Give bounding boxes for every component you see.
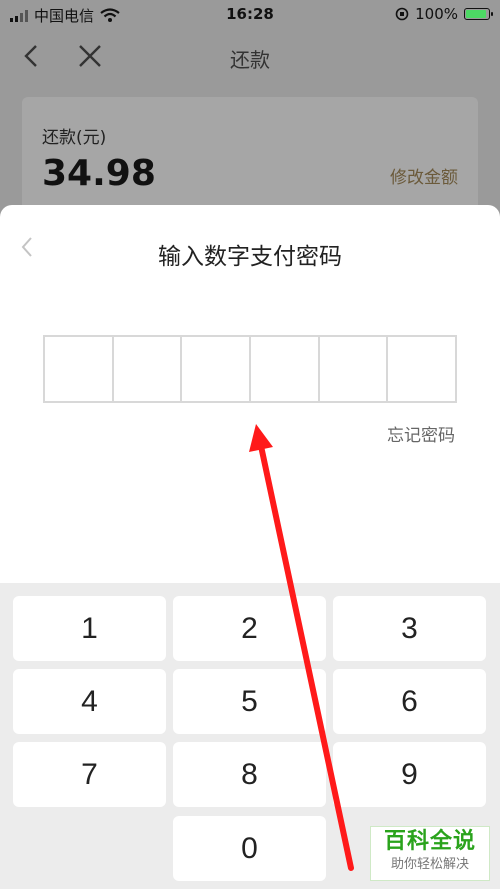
key-7[interactable]: 7: [13, 742, 166, 807]
key-9[interactable]: 9: [333, 742, 486, 807]
forgot-password-link[interactable]: 忘记密码: [387, 421, 455, 446]
battery-icon: [464, 8, 493, 20]
key-1[interactable]: 1: [13, 596, 166, 661]
watermark-subtitle: 助你轻松解决: [390, 857, 469, 872]
key-8[interactable]: 8: [173, 742, 326, 807]
key-0[interactable]: 0: [173, 816, 326, 881]
repayment-amount: 34.98: [42, 153, 156, 194]
pin-cell: [320, 337, 389, 401]
page-title: 还款: [230, 48, 270, 72]
battery-percent: 100%: [415, 5, 458, 23]
modify-amount-link[interactable]: 修改金额: [390, 163, 458, 188]
key-2[interactable]: 2: [173, 596, 326, 661]
key-3[interactable]: 3: [333, 596, 486, 661]
orientation-lock-icon: [395, 7, 409, 21]
watermark-title: 百科全说: [383, 829, 476, 854]
navigation-bar: 还款: [0, 28, 500, 84]
key-4[interactable]: 4: [13, 669, 166, 734]
pin-cell: [114, 337, 183, 401]
pin-cell: [182, 337, 252, 401]
sheet-title: 输入数字支付密码: [158, 244, 342, 270]
pin-cell: [251, 337, 320, 401]
repayment-label: 还款(元): [42, 128, 107, 148]
pin-input[interactable]: [43, 335, 457, 403]
status-right: 100%: [395, 5, 493, 23]
key-5[interactable]: 5: [173, 669, 326, 734]
pin-cell: [388, 337, 455, 401]
status-bar: 中国电信 16:28 100%: [0, 0, 500, 28]
pin-cell: [45, 337, 114, 401]
password-sheet: 输入数字支付密码 忘记密码 1 2 3 4 5 6 7 8 9 0: [0, 205, 500, 889]
watermark-logo: 百科全说 助你轻松解决: [370, 826, 490, 881]
key-6[interactable]: 6: [333, 669, 486, 734]
